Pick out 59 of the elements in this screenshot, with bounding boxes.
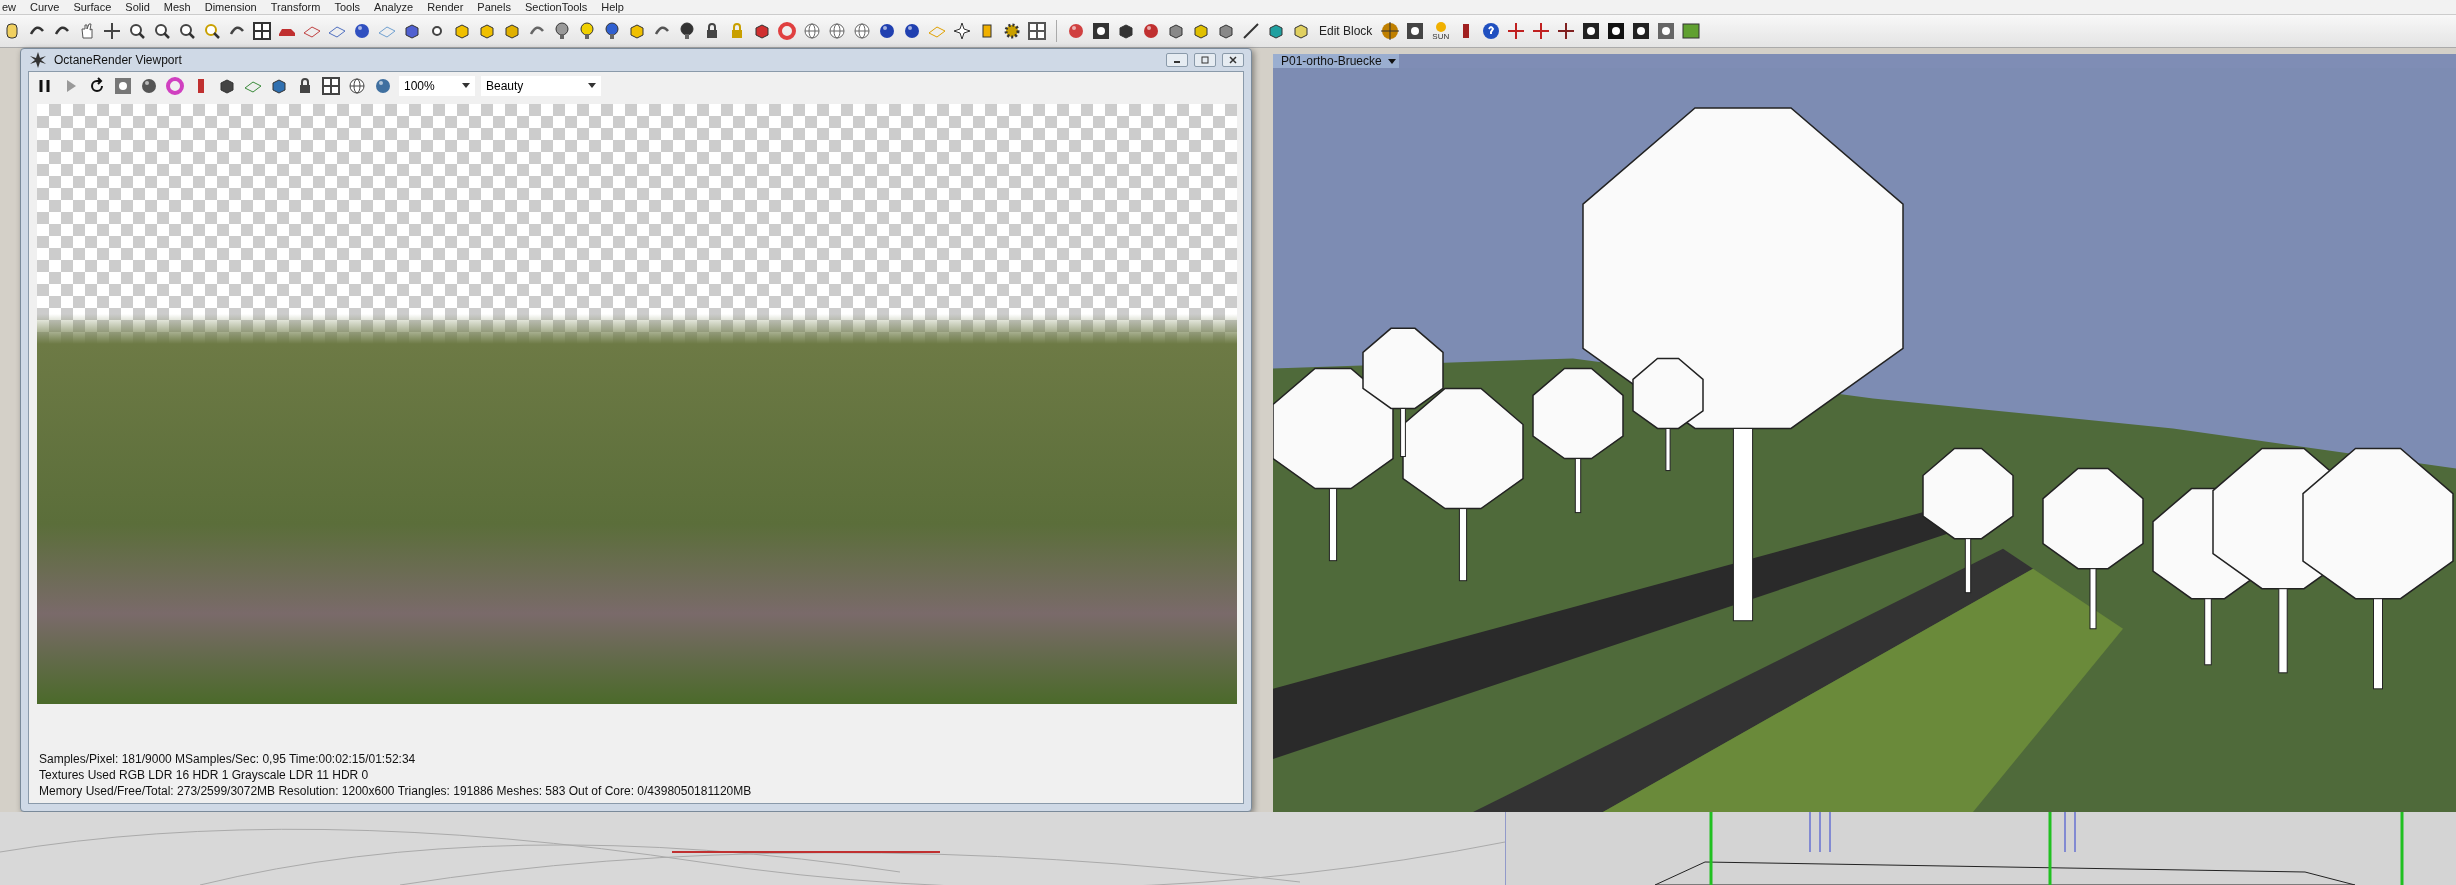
sphere-icon[interactable]: [827, 21, 847, 41]
menu-item[interactable]: Transform: [270, 0, 321, 14]
maximize-button[interactable]: [1194, 53, 1216, 67]
menu-item[interactable]: Curve: [30, 0, 60, 14]
menu-item[interactable]: Tools: [334, 0, 361, 14]
dimension-icon[interactable]: [1027, 21, 1047, 41]
sphere-icon[interactable]: [877, 21, 897, 41]
grid-icon[interactable]: [252, 21, 272, 41]
move-arrows-icon[interactable]: [1556, 21, 1577, 41]
caret-icon: [1387, 57, 1396, 65]
bulb-icon[interactable]: [602, 21, 622, 41]
caret-icon: [462, 83, 470, 89]
bulb-icon[interactable]: [577, 21, 597, 41]
status-text: Samples/Pixel: 181/9000 MSamples/Sec: 0,95 Time:00:02:15/01:52:34: [39, 751, 417, 767]
zoom-selected-icon[interactable]: [202, 21, 222, 41]
line-icon[interactable]: [1241, 21, 1261, 41]
sphere-icon[interactable]: [802, 21, 822, 41]
close-icon: [1228, 55, 1238, 65]
status-text: Memory Used/Free/Total: 273/2599/3072MB Resolution: 1200x600 Triangles: 191886 Meshes: 583 Out of Core: 0/4398050181120MB: [39, 783, 753, 799]
sphere-icon[interactable]: [902, 21, 922, 41]
menu-item[interactable]: Solid: [125, 0, 150, 14]
zoom-icon[interactable]: [127, 21, 147, 41]
star-icon[interactable]: [952, 21, 972, 41]
maximize-icon: [1200, 55, 1210, 65]
edit-block-button[interactable]: Edit Block: [1316, 22, 1376, 40]
move-arrows-icon[interactable]: [102, 21, 122, 41]
help-icon[interactable]: [1481, 21, 1502, 41]
menu-item[interactable]: Analyze: [374, 0, 414, 14]
grid-icon[interactable]: [321, 76, 341, 96]
status-text: Textures Used RGB LDR 16 HDR 1 Grayscale LDR 11 HDR 0: [39, 767, 370, 783]
viewport-tab[interactable]: P01-ortho-Bruecke: [1273, 54, 1399, 68]
bulb-icon[interactable]: [552, 21, 572, 41]
menu-item[interactable]: Panels: [477, 0, 511, 14]
sun-button[interactable]: SUN: [1430, 21, 1452, 41]
color-wheel-icon[interactable]: [165, 76, 185, 96]
pass-dropdown[interactable]: Beauty: [481, 76, 601, 96]
window-title: OctaneRender Viewport: [54, 53, 183, 67]
close-button[interactable]: [1222, 53, 1244, 67]
zoom-dropdown[interactable]: 100%: [399, 76, 475, 96]
color-wheel-icon[interactable]: [777, 21, 797, 41]
sphere-icon[interactable]: [852, 21, 872, 41]
zoom-extents-icon[interactable]: [177, 21, 197, 41]
gear-icon[interactable]: [1002, 21, 1022, 41]
bulb-icon[interactable]: [677, 21, 697, 41]
sphere-icon[interactable]: [352, 21, 372, 41]
menu-item[interactable]: Surface: [73, 0, 112, 14]
menu-item[interactable]: Help: [601, 0, 624, 14]
caret-icon: [588, 83, 596, 89]
sphere-icon[interactable]: [139, 76, 159, 96]
menu-item[interactable]: Dimension: [204, 0, 257, 14]
menu-item[interactable]: SectionTools: [524, 0, 588, 14]
menu-item[interactable]: ew: [2, 0, 17, 14]
move-arrows-icon[interactable]: [1531, 21, 1552, 41]
sphere-icon[interactable]: [1066, 21, 1086, 41]
menu-item[interactable]: Mesh: [163, 0, 191, 14]
minimize-button[interactable]: [1166, 53, 1188, 67]
zoom-window-icon[interactable]: [152, 21, 172, 41]
sphere-icon[interactable]: [1141, 21, 1161, 41]
menu-item[interactable]: Render: [427, 0, 464, 14]
